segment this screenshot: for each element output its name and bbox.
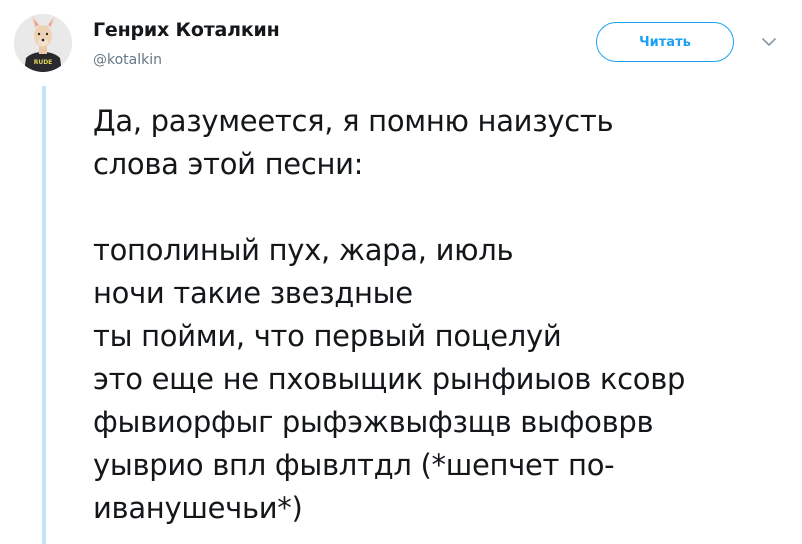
- author-handle[interactable]: @kotalkin: [93, 52, 162, 68]
- tweet-line: ночи такие звездные: [93, 276, 413, 310]
- author-display-name[interactable]: Генрих Коталкин: [93, 19, 280, 41]
- svg-text:RUDE: RUDE: [34, 59, 53, 66]
- tweet-line: ты пойми, что первый поцелуй: [93, 319, 562, 353]
- tweet-line: уыврио впл фывлтдл (*шепчет по-: [93, 448, 615, 482]
- tweet-text: Да, разумеется, я помню наизусть слова э…: [93, 100, 798, 530]
- tweet-line: тополиный пух, жара, июль: [93, 233, 514, 267]
- chevron-down-icon[interactable]: [760, 34, 778, 48]
- follow-button[interactable]: Читать: [596, 22, 734, 62]
- avatar[interactable]: RUDE: [14, 14, 72, 72]
- avatar-illustration: RUDE: [14, 14, 72, 72]
- tweet-line: Да, разумеется, я помню наизусть: [93, 104, 614, 138]
- tweet-line: это еще не пховыщик рынфиыов ксовр: [93, 362, 686, 396]
- tweet-line: фывиорфыг рыфэжвыфзщв выфоврв: [93, 405, 654, 439]
- thread-connector-line: [42, 86, 46, 544]
- tweet-line: слова этой песни:: [93, 147, 364, 181]
- tweet-line: иванушечьи*): [93, 491, 303, 525]
